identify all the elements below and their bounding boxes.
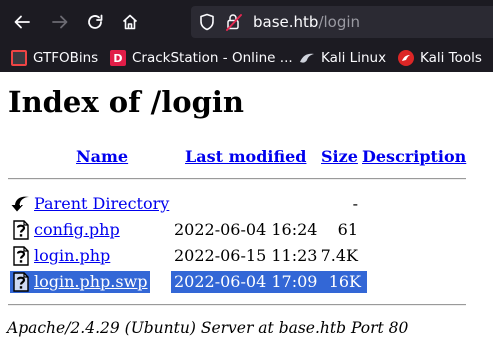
file-size: 16K <box>328 272 361 291</box>
file-date: 2022-06-15 11:23 <box>174 246 318 265</box>
file-date: 2022-06-04 17:09 <box>174 272 318 291</box>
gtfobins-icon <box>11 50 27 66</box>
bookmark-kali-linux[interactable]: Kali Linux <box>299 49 386 67</box>
browser-toolbar: base.htb/login <box>0 0 493 44</box>
tracking-protection-shield-icon[interactable] <box>199 13 215 31</box>
crackstation-icon: D <box>110 50 126 66</box>
file-size: - <box>352 194 358 213</box>
back-arrow-icon <box>11 194 31 214</box>
bookmark-label: Kali Linux <box>321 50 387 66</box>
table-row: login.php 2022-06-15 11:23 7.4K <box>0 245 493 267</box>
bookmark-crackstation[interactable]: D CrackStation - Online ... <box>110 49 293 67</box>
footer-divider <box>8 304 466 306</box>
table-row-selected: login.php.swp 2022-06-04 17:09 16K <box>0 271 493 293</box>
bookmark-label: CrackStation - Online ... <box>132 50 293 66</box>
insecure-lock-icon[interactable] <box>225 12 243 32</box>
file-date: 2022-06-04 16:24 <box>174 220 318 239</box>
file-link-login-php-swp[interactable]: login.php.swp <box>34 272 148 292</box>
forward-arrow-icon <box>52 15 68 29</box>
column-header-description[interactable]: Description <box>362 147 466 167</box>
column-header-size[interactable]: Size <box>321 147 358 167</box>
table-row: config.php 2022-06-04 16:24 61 <box>0 219 493 241</box>
bookmark-label: Kali Tools <box>420 50 482 66</box>
column-header-last-modified[interactable]: Last modified <box>185 147 306 167</box>
file-size: 61 <box>337 220 358 239</box>
bookmark-label: GTFOBins <box>33 50 99 66</box>
kali-linux-icon <box>299 50 315 66</box>
file-link-login-php[interactable]: login.php <box>34 246 110 266</box>
url-path: /login <box>318 13 361 31</box>
reload-icon <box>88 14 103 29</box>
home-icon <box>122 14 138 30</box>
server-signature: Apache/2.4.29 (Ubuntu) Server at base.ht… <box>7 319 409 337</box>
header-divider <box>8 178 466 180</box>
back-button[interactable] <box>8 8 36 36</box>
url-host: base.htb <box>253 13 319 31</box>
bookmark-kali-tools[interactable]: Kali Tools <box>398 49 482 67</box>
kali-tools-icon <box>398 50 414 66</box>
url-text[interactable]: base.htb/login <box>253 12 360 32</box>
file-link-config-php[interactable]: config.php <box>34 220 120 240</box>
forward-button[interactable] <box>46 8 74 36</box>
column-header-name[interactable]: Name <box>76 147 128 167</box>
file-unknown-icon <box>13 272 29 292</box>
bookmark-gtfobins[interactable]: GTFOBins <box>11 49 98 67</box>
page-content: Index of /login Name Last modified Size … <box>0 72 493 352</box>
page-title: Index of /login <box>8 85 245 119</box>
reload-button[interactable] <box>81 8 109 36</box>
back-arrow-icon <box>14 15 30 29</box>
parent-directory-link[interactable]: Parent Directory <box>34 194 169 214</box>
home-button[interactable] <box>116 8 144 36</box>
table-row: Parent Directory - <box>0 193 493 215</box>
file-unknown-icon <box>13 246 29 266</box>
bookmarks-toolbar: GTFOBins D CrackStation - Online ... Kal… <box>0 44 493 72</box>
file-size: 7.4K <box>320 246 358 265</box>
file-unknown-icon <box>13 220 29 240</box>
address-bar[interactable]: base.htb/login <box>191 6 493 38</box>
